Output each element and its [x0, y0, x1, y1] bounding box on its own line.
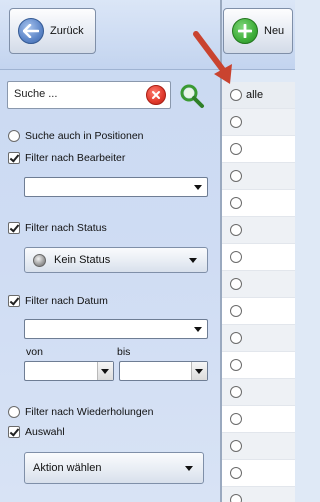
list-item[interactable]	[222, 136, 295, 163]
list-item[interactable]	[222, 163, 295, 190]
close-icon	[152, 91, 160, 99]
filter-date-option[interactable]: Filter nach Datum	[8, 295, 108, 307]
search-positions-option[interactable]: Suche auch in Positionen	[8, 130, 144, 142]
filter-date-checkbox[interactable]	[8, 295, 20, 307]
list-item[interactable]	[222, 433, 295, 460]
status-dropdown-value: Kein Status	[54, 254, 111, 266]
list-item-radio[interactable]	[230, 116, 242, 128]
filter-date-label: Filter nach Datum	[25, 295, 108, 307]
list-item-radio[interactable]	[230, 413, 242, 425]
chevron-down-icon	[189, 258, 197, 263]
status-dropdown[interactable]: Kein Status	[24, 247, 208, 273]
annotation-arrow-icon	[193, 31, 232, 84]
back-button-label: Zurück	[50, 25, 84, 37]
search-positions-radio[interactable]	[8, 130, 20, 142]
list-item-radio[interactable]	[230, 467, 242, 479]
list-item[interactable]	[222, 298, 295, 325]
selection-option[interactable]: Auswahl	[8, 426, 65, 438]
list-item-radio[interactable]	[230, 305, 242, 317]
select-all-radio[interactable]	[230, 89, 242, 101]
list-item-radio[interactable]	[230, 332, 242, 344]
list-item-radio[interactable]	[230, 440, 242, 452]
list-item[interactable]	[222, 487, 295, 502]
selection-label: Auswahl	[25, 426, 65, 438]
filter-editor-label: Filter nach Bearbeiter	[25, 152, 126, 164]
list-item[interactable]	[222, 271, 295, 298]
chevron-down-icon	[195, 369, 203, 374]
to-label: bis	[117, 346, 131, 358]
list-item-radio[interactable]	[230, 278, 242, 290]
filter-status-label: Filter nach Status	[25, 222, 107, 234]
date-range-select[interactable]	[24, 319, 208, 339]
list-item[interactable]	[222, 352, 295, 379]
list-item-radio[interactable]	[230, 386, 242, 398]
list-item-radio[interactable]	[230, 170, 242, 182]
list-item[interactable]	[222, 217, 295, 244]
chevron-down-icon	[185, 466, 193, 471]
filter-editor-checkbox[interactable]	[8, 152, 20, 164]
search-input-value: Suche ...	[14, 88, 58, 100]
date-from-select[interactable]	[24, 361, 114, 381]
list-item[interactable]	[222, 244, 295, 271]
filter-repeats-label: Filter nach Wiederholungen	[25, 406, 154, 418]
list-item-radio[interactable]	[230, 251, 242, 263]
chevron-down-icon	[194, 185, 202, 190]
chevron-down-icon	[101, 369, 109, 374]
filter-status-option[interactable]: Filter nach Status	[8, 222, 107, 234]
arrow-left-icon	[18, 18, 44, 44]
list-item-radio[interactable]	[230, 143, 242, 155]
list-item[interactable]	[222, 406, 295, 433]
filter-editor-option[interactable]: Filter nach Bearbeiter	[8, 152, 125, 164]
selection-checkbox[interactable]	[8, 426, 20, 438]
status-dot-icon	[33, 253, 46, 267]
filter-repeats-radio[interactable]	[8, 406, 20, 418]
list-item[interactable]	[222, 460, 295, 487]
list-item-radio[interactable]	[230, 197, 242, 209]
search-positions-label: Suche auch in Positionen	[25, 130, 144, 142]
list-item[interactable]	[222, 379, 295, 406]
item-list: alle	[222, 82, 295, 502]
back-button[interactable]: Zurück	[9, 8, 96, 54]
list-item-radio[interactable]	[230, 494, 242, 502]
list-item[interactable]	[222, 109, 295, 136]
list-item-all-label: alle	[246, 89, 264, 101]
list-item-radio[interactable]	[230, 359, 242, 371]
from-label: von	[26, 346, 43, 358]
filter-repeats-option[interactable]: Filter nach Wiederholungen	[8, 406, 153, 418]
action-dropdown[interactable]: Aktion wählen	[24, 452, 204, 484]
list-item-radio[interactable]	[230, 224, 242, 236]
filter-status-checkbox[interactable]	[8, 222, 20, 234]
action-dropdown-label: Aktion wählen	[33, 462, 102, 474]
list-item[interactable]	[222, 190, 295, 217]
date-to-select[interactable]	[119, 361, 208, 381]
list-item[interactable]	[222, 325, 295, 352]
new-button-label: Neu	[264, 25, 285, 37]
editor-select[interactable]	[24, 177, 208, 197]
clear-search-button[interactable]	[146, 85, 166, 105]
chevron-down-icon	[194, 327, 202, 332]
